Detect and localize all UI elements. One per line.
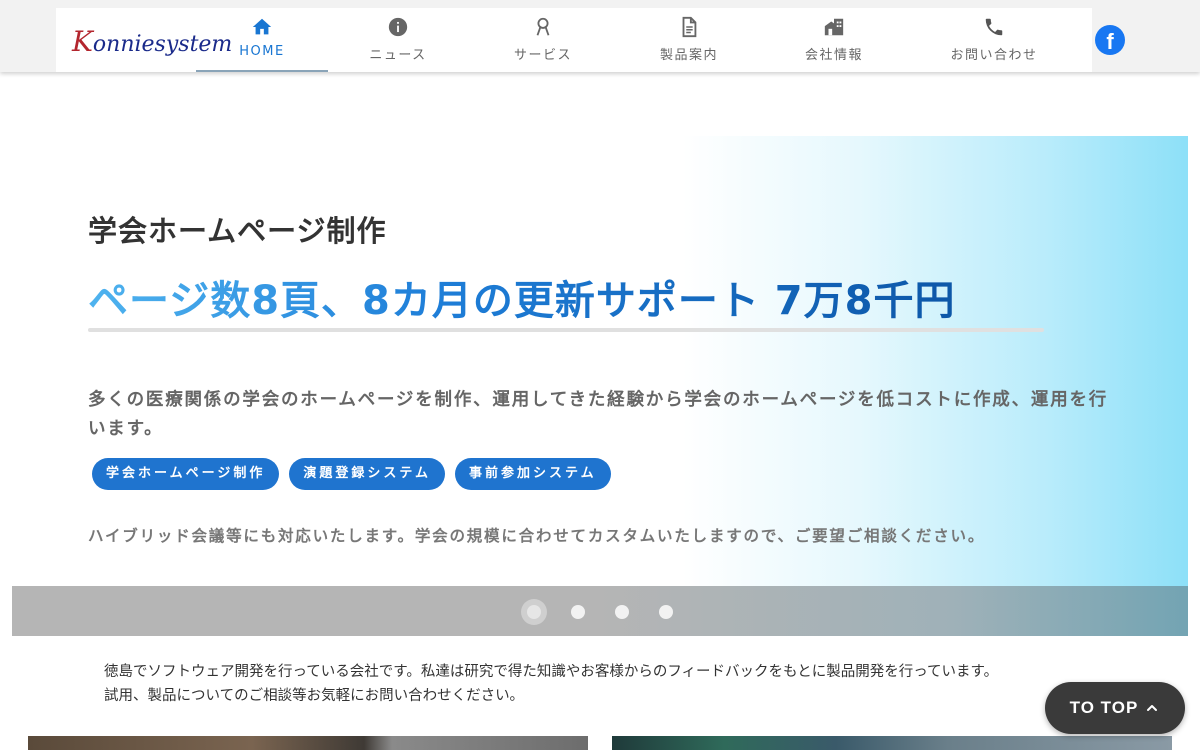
- nav-item-label: 製品案内: [659, 48, 718, 63]
- logo-initial: K: [72, 25, 93, 58]
- nav-item-news[interactable]: ニュース: [328, 8, 468, 72]
- thumbnail-left[interactable]: [28, 736, 588, 750]
- chip-pre-registration[interactable]: 事前参加システム: [454, 458, 611, 490]
- company-intro: 徳島でソフトウェア開発を行っている会社です。私達は研究で得た知識やお客様からのフ…: [104, 660, 998, 708]
- slide-dot-1[interactable]: [527, 605, 541, 619]
- nav-item-label: ニュース: [369, 48, 427, 63]
- nav-item-home[interactable]: HOME: [196, 8, 328, 72]
- to-top-button[interactable]: TO TOP: [1045, 682, 1185, 734]
- facebook-icon[interactable]: f: [1095, 25, 1125, 55]
- nav-item-label: 会社情報: [804, 48, 863, 63]
- hero-note: ハイブリッド会議等にも対応いたします。学会の規模に合わせてカスタムいたしますので…: [88, 527, 986, 545]
- nav-item-label: お問い合わせ: [950, 48, 1038, 63]
- info-icon: [388, 17, 408, 37]
- hero-description: 多くの医療関係の学会のホームページを制作、運用してきた経験から学会のホームページ…: [88, 390, 1109, 439]
- header-bar: Konniesystem HOME ニュース サービス 製品案内 会社情報 お問…: [56, 8, 1092, 72]
- nav-item-label: サービス: [513, 48, 572, 63]
- site-header: Konniesystem HOME ニュース サービス 製品案内 会社情報 お問…: [0, 0, 1200, 72]
- service-chips: 学会ホームページ制作 演題登録システム 事前参加システム: [92, 458, 611, 490]
- hero-title: 学会ホームページ制作: [88, 214, 387, 248]
- nav-item-products[interactable]: 製品案内: [618, 8, 760, 72]
- nav-item-company[interactable]: 会社情報: [760, 8, 908, 72]
- site-logo[interactable]: Konniesystem: [72, 24, 232, 60]
- phone-icon: [985, 18, 1003, 36]
- nav-item-services[interactable]: サービス: [468, 8, 618, 72]
- hero-headline: ページ数8頁、8カ月の更新サポート 7万8千円: [88, 268, 955, 326]
- slide-dot-3[interactable]: [615, 605, 629, 619]
- chip-abstract-registration[interactable]: 演題登録システム: [289, 458, 445, 490]
- chevron-up-icon: [1147, 705, 1158, 711]
- hero-divider: [88, 328, 1044, 332]
- intro-line: 徳島でソフトウェア開発を行っている会社です。私達は研究で得た知識やお客様からのフ…: [104, 664, 999, 680]
- nav-item-contact[interactable]: お問い合わせ: [908, 8, 1080, 72]
- chip-website-production[interactable]: 学会ホームページ制作: [92, 458, 280, 490]
- hero-slide: 学会ホームページ制作 ページ数8頁、8カ月の更新サポート 7万8千円 多くの医療…: [12, 136, 1188, 586]
- document-icon: [682, 16, 697, 38]
- intro-line: 試用、製品についてのご相談等お気軽にお問い合わせください。: [104, 688, 525, 704]
- nav-item-label: HOME: [239, 44, 285, 59]
- to-top-label: TO TOP: [1069, 698, 1139, 717]
- award-icon: [536, 17, 550, 36]
- slider-pagination: [12, 586, 1188, 636]
- home-icon: [252, 18, 272, 35]
- main-nav: HOME ニュース サービス 製品案内 会社情報 お問い合わせ: [196, 8, 1080, 72]
- thumbnail-right[interactable]: [612, 736, 1172, 750]
- slide-dot-2[interactable]: [571, 605, 585, 619]
- slide-dot-4[interactable]: [659, 605, 673, 619]
- building-icon: [824, 18, 844, 36]
